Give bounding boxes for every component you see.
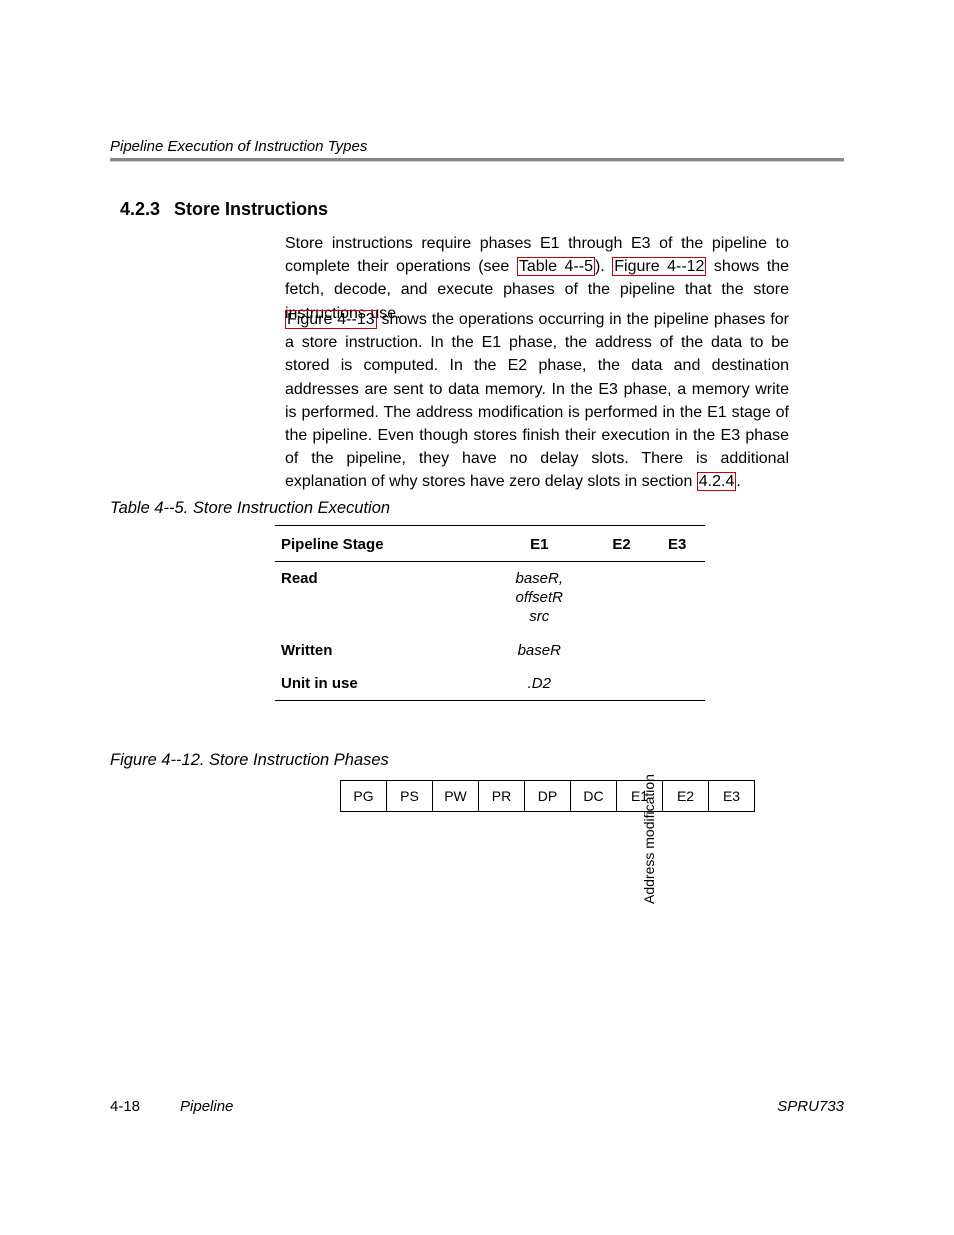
section-heading: 4.2.3 Store Instructions bbox=[120, 199, 328, 220]
paragraph-2: Figure 4--13 shows the operations occurr… bbox=[285, 308, 789, 494]
th-e1: E1 bbox=[485, 526, 594, 562]
p2-text-a: shows the operations occurring in the pi… bbox=[285, 311, 789, 490]
phase-box-ps: PS bbox=[386, 780, 432, 812]
row-label: Unit in use bbox=[275, 667, 485, 701]
page-footer: 4-18 Pipeline SPRU733 bbox=[110, 1098, 844, 1115]
xref-section-4-2-4[interactable]: 4.2.4 bbox=[697, 472, 737, 491]
row-label: Read bbox=[275, 562, 485, 635]
page: Pipeline Execution of Instruction Types … bbox=[0, 0, 954, 1235]
table-row: Unit in use .D2 bbox=[275, 667, 705, 701]
phase-box-pg: PG bbox=[340, 780, 386, 812]
cell-e1: .D2 bbox=[485, 667, 594, 701]
p2-text-b: . bbox=[736, 473, 740, 490]
xref-table-4-5[interactable]: Table 4--5 bbox=[517, 257, 595, 276]
th-pipeline-stage: Pipeline Stage bbox=[275, 526, 485, 562]
table-caption: Table 4--5. Store Instruction Execution bbox=[110, 499, 390, 518]
cell-e3 bbox=[649, 634, 705, 667]
figure-4-12: PG PS PW PR DP DC E1 E2 E3 bbox=[340, 780, 755, 812]
table-row: Written baseR bbox=[275, 634, 705, 667]
xref-figure-4-13[interactable]: Figure 4--13 bbox=[285, 310, 377, 329]
annotation-text: Address modification bbox=[642, 814, 656, 904]
figure-caption: Figure 4--12. Store Instruction Phases bbox=[110, 751, 389, 770]
phase-box-pr: PR bbox=[478, 780, 524, 812]
th-e3: E3 bbox=[649, 526, 705, 562]
chapter-name: Pipeline bbox=[180, 1098, 233, 1115]
table-header-row: Pipeline Stage E1 E2 E3 bbox=[275, 526, 705, 562]
running-header: Pipeline Execution of Instruction Types bbox=[110, 138, 844, 155]
phase-box-dp: DP bbox=[524, 780, 570, 812]
document-id: SPRU733 bbox=[777, 1098, 844, 1115]
cell-e2 bbox=[594, 634, 650, 667]
cell-e2 bbox=[594, 562, 650, 635]
cell-e3 bbox=[649, 667, 705, 701]
row-label: Written bbox=[275, 634, 485, 667]
table-4-5: Pipeline Stage E1 E2 E3 Read baseR, offs… bbox=[275, 525, 705, 701]
section-number: 4.2.3 bbox=[120, 199, 160, 219]
header-rule bbox=[110, 158, 844, 162]
phase-box-dc: DC bbox=[570, 780, 616, 812]
p1-text-b: ). bbox=[595, 258, 612, 275]
phase-box-e2: E2 bbox=[662, 780, 708, 812]
table-row: Read baseR, offsetR src bbox=[275, 562, 705, 635]
xref-figure-4-12[interactable]: Figure 4--12 bbox=[612, 257, 706, 276]
phase-box-e3: E3 bbox=[708, 780, 755, 812]
section-title: Store Instructions bbox=[174, 199, 328, 219]
cell-e1: baseR bbox=[485, 634, 594, 667]
cell-e3 bbox=[649, 562, 705, 635]
cell-e1: baseR, offsetR src bbox=[485, 562, 594, 635]
figure-annotation: Address modification bbox=[628, 818, 658, 908]
phase-box-pw: PW bbox=[432, 780, 478, 812]
cell-e2 bbox=[594, 667, 650, 701]
th-e2: E2 bbox=[594, 526, 650, 562]
page-number: 4-18 bbox=[110, 1098, 140, 1115]
